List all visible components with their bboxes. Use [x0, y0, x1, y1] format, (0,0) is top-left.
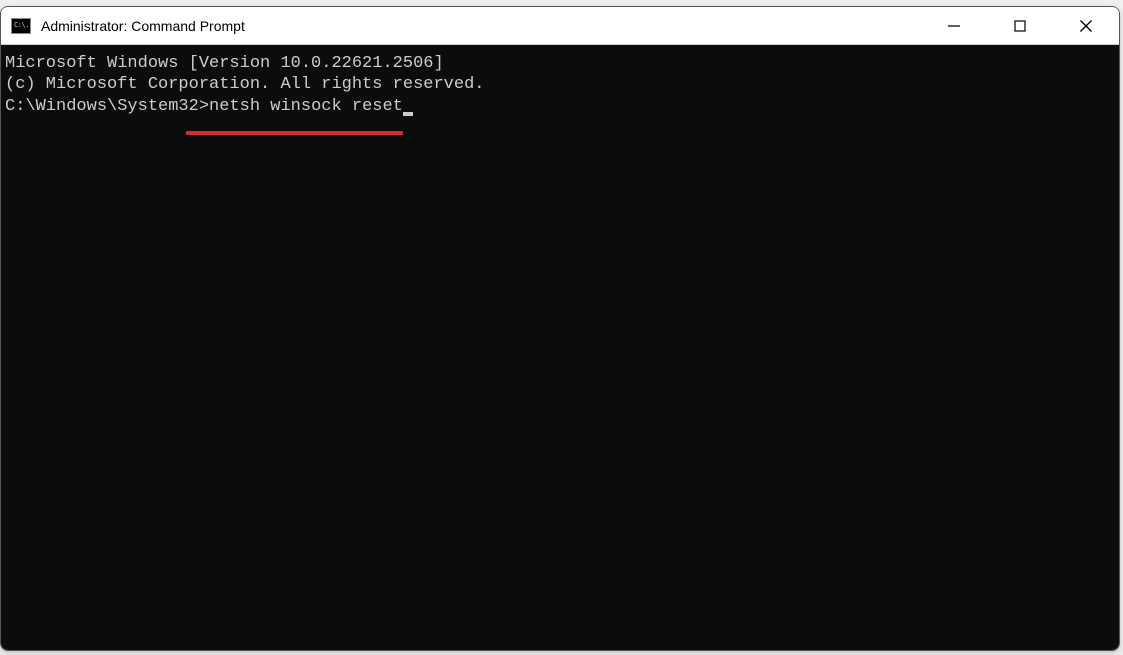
titlebar[interactable]: C:\. Administrator: Command Prompt	[1, 7, 1119, 45]
terminal-prompt-line: C:\Windows\System32>netsh winsock reset	[5, 96, 413, 117]
cmd-app-icon: C:\.	[11, 18, 31, 34]
app-icon-glyph: C:\.	[14, 22, 29, 29]
window-controls	[921, 7, 1119, 44]
close-button[interactable]	[1053, 7, 1119, 44]
terminal-version-line: Microsoft Windows [Version 10.0.22621.25…	[5, 53, 1115, 74]
maximize-button[interactable]	[987, 7, 1053, 44]
terminal-copyright-line: (c) Microsoft Corporation. All rights re…	[5, 74, 1115, 95]
typed-command: netsh winsock reset	[209, 97, 403, 116]
window-title: Administrator: Command Prompt	[41, 18, 245, 34]
cursor-icon	[403, 112, 413, 116]
close-icon	[1079, 19, 1093, 33]
minimize-button[interactable]	[921, 7, 987, 44]
prompt-path: C:\Windows\System32>	[5, 97, 209, 116]
maximize-icon	[1013, 19, 1027, 33]
terminal-output-area[interactable]: Microsoft Windows [Version 10.0.22621.25…	[1, 45, 1119, 650]
red-underline-annotation	[186, 131, 403, 135]
minimize-icon	[947, 19, 961, 33]
command-prompt-window: C:\. Administrator: Command Prompt	[0, 6, 1120, 651]
